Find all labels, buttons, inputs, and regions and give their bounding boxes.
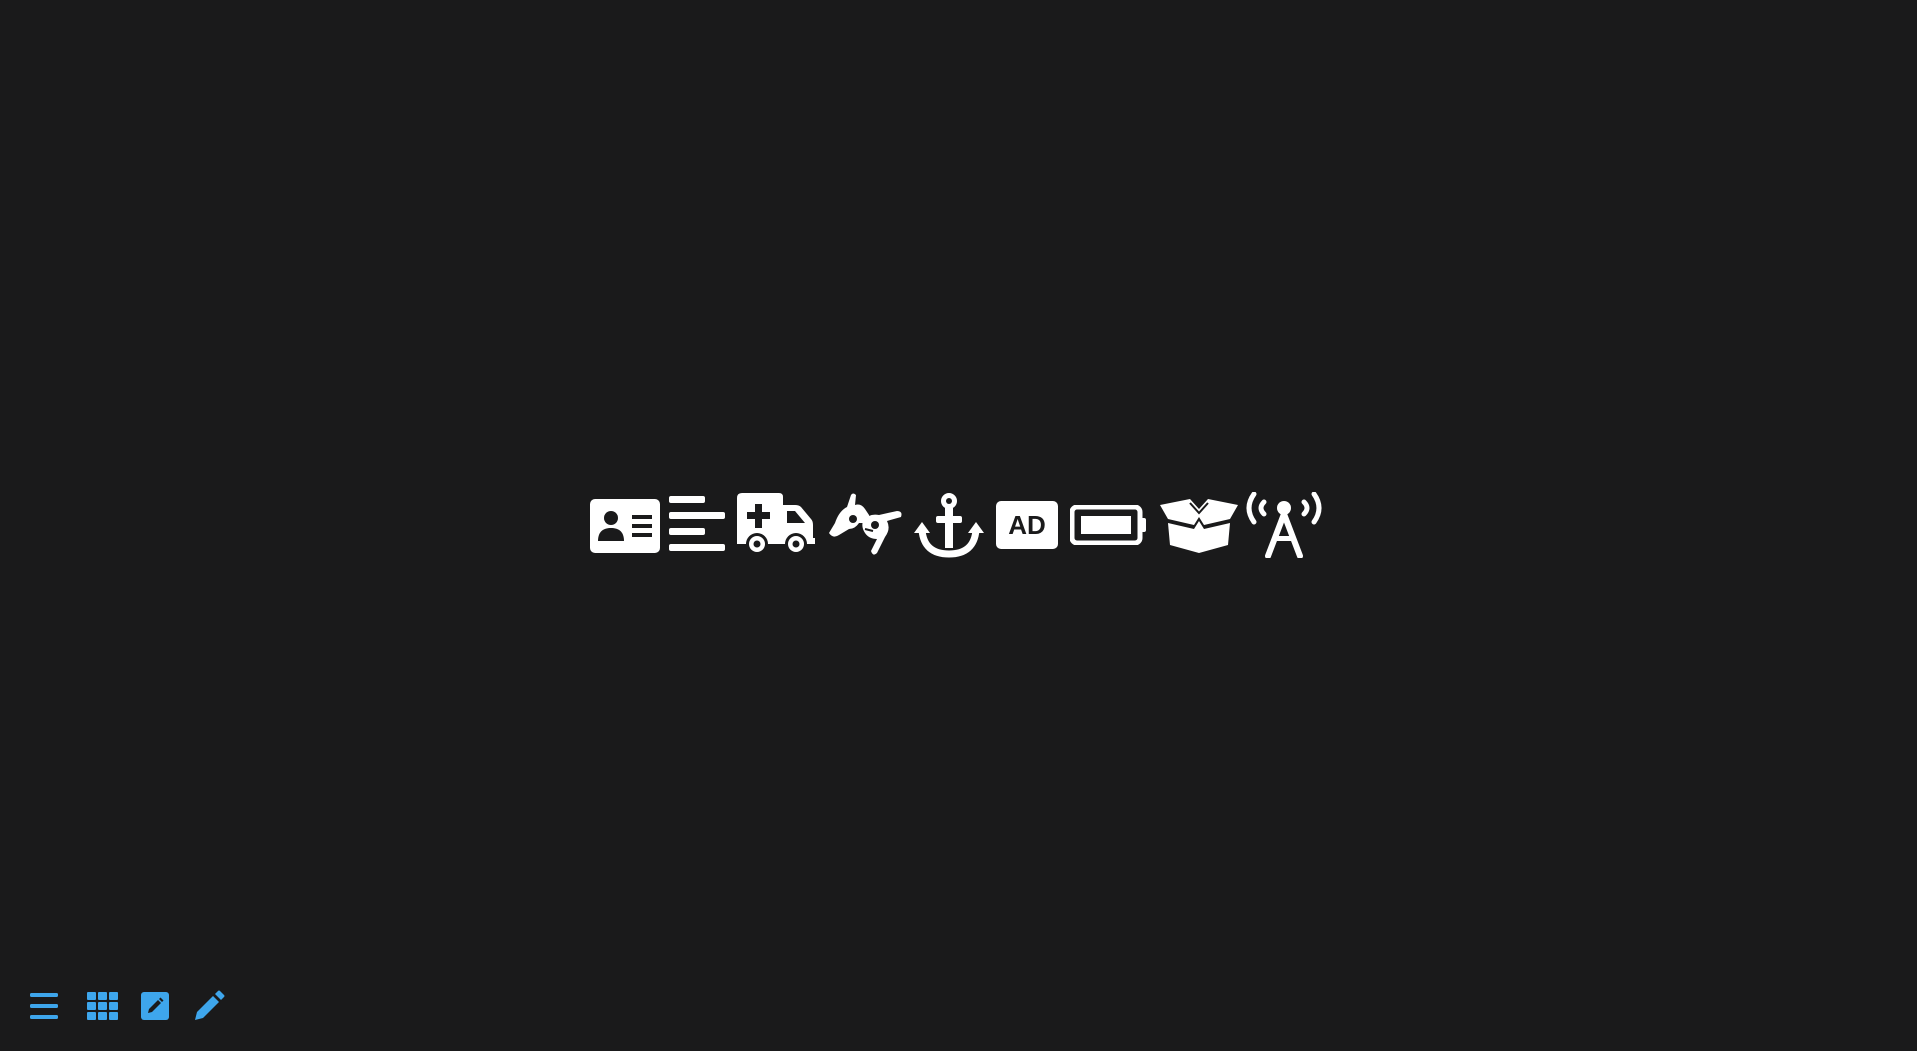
bottom-toolbar: [30, 988, 233, 1024]
align-left-icon: [662, 490, 732, 560]
edit-square-button[interactable]: [141, 988, 193, 1024]
pencil-icon: [193, 990, 225, 1022]
grid-view-icon: [87, 992, 118, 1020]
icon-showcase: AD: [588, 490, 1324, 560]
broadcast-tower-icon: [1244, 490, 1324, 560]
audio-description-icon: AD: [990, 490, 1064, 560]
ambulance-icon: [732, 490, 820, 560]
address-card-icon: [588, 490, 662, 560]
ad-badge-text: AD: [1008, 510, 1046, 540]
sign-language-icon: [820, 490, 908, 560]
box-open-icon: [1154, 490, 1244, 560]
list-view-button[interactable]: [30, 988, 87, 1024]
edit-square-icon: [141, 992, 169, 1020]
grid-view-button[interactable]: [87, 988, 141, 1024]
battery-full-icon: [1064, 490, 1154, 560]
pencil-button[interactable]: [193, 988, 233, 1024]
anchor-icon: [908, 490, 990, 560]
list-view-icon: [30, 993, 58, 1019]
